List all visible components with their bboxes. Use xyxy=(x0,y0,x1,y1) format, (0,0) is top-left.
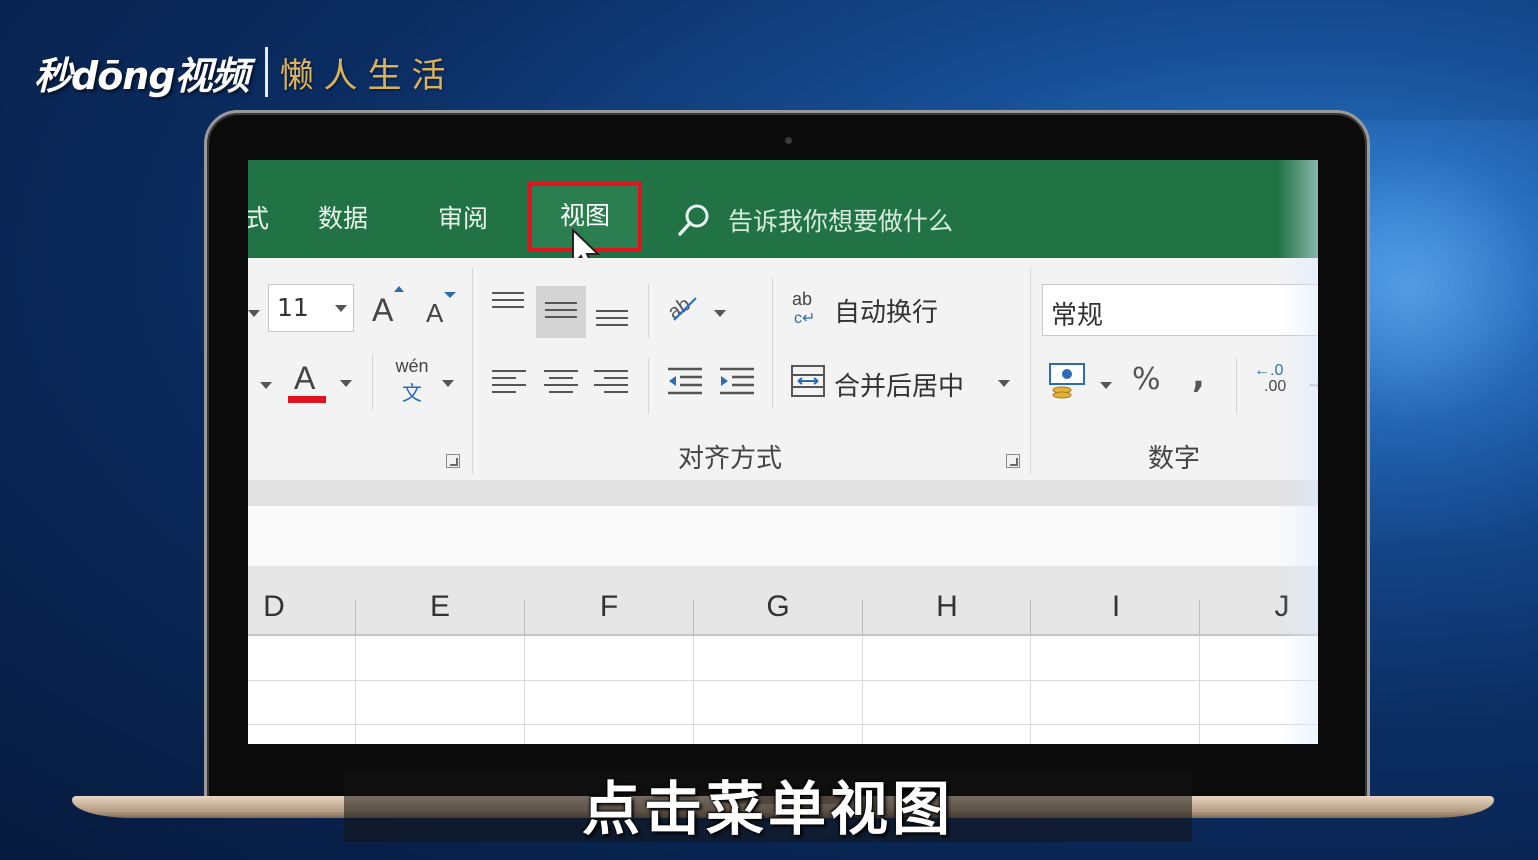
bottom-align-icon[interactable] xyxy=(596,310,628,331)
comma-style-button[interactable]: , xyxy=(1192,356,1205,396)
shrink-font-icon: A xyxy=(426,298,444,328)
font-color-icon: A xyxy=(294,360,316,396)
excel-window: 式 数据 审阅 视图 告诉我你想要做什么 11 A A A wén 文 ab a… xyxy=(248,160,1318,744)
phonetic-dropdown-caret[interactable] xyxy=(442,380,454,387)
webcam xyxy=(785,137,792,144)
merge-dropdown-caret xyxy=(998,380,1010,387)
decrease-indent-icon[interactable] xyxy=(666,366,704,396)
search-icon xyxy=(678,204,709,236)
alignment-group-label: 对齐方式 xyxy=(678,444,783,474)
wrap-text-button[interactable]: ab c↵ 自动换行 xyxy=(792,288,962,332)
font-size-select[interactable]: 11 xyxy=(268,284,354,332)
shrink-font-button[interactable]: A xyxy=(426,292,460,328)
column-header-d[interactable]: D xyxy=(254,590,294,624)
orientation-icon[interactable]: ab xyxy=(666,288,700,324)
font-dialog-launcher-icon[interactable] xyxy=(446,454,460,468)
font-size-value: 11 xyxy=(277,293,309,322)
column-header-h[interactable]: H xyxy=(927,590,967,624)
font-color-button[interactable]: A xyxy=(288,360,328,404)
divider xyxy=(648,284,649,338)
formula-bar[interactable] xyxy=(248,506,1318,566)
merge-center-button[interactable]: 合并后居中 xyxy=(788,360,1018,404)
top-align-icon[interactable] xyxy=(492,292,524,313)
align-right-icon[interactable] xyxy=(594,370,628,398)
phonetic-pinyin: wén xyxy=(395,356,429,376)
tab-formulas-partial[interactable]: 式 xyxy=(248,200,269,238)
accounting-dropdown-caret[interactable] xyxy=(1100,382,1112,389)
column-header-f[interactable]: F xyxy=(589,590,629,624)
brand-logo: 秒dōng视频 懒人生活 xyxy=(34,44,456,100)
percent-style-button[interactable]: % xyxy=(1132,362,1161,397)
middle-align-icon xyxy=(545,302,577,323)
logo-text: 秒dōng视频 xyxy=(34,53,250,98)
divider xyxy=(372,354,373,410)
middle-align-button[interactable] xyxy=(536,286,586,338)
column-header-g[interactable]: G xyxy=(758,590,798,624)
column-separator xyxy=(355,600,356,636)
column-separator xyxy=(862,600,863,636)
grow-font-button[interactable]: A xyxy=(372,286,406,328)
phonetic-button[interactable]: wén 文 xyxy=(388,356,436,406)
number-format-value: 常规 xyxy=(1051,301,1104,331)
wrap-text-icon: ab xyxy=(792,289,813,309)
align-left-icon[interactable] xyxy=(492,370,526,398)
logo-divider xyxy=(264,47,268,97)
orientation-dropdown-caret[interactable] xyxy=(714,310,726,317)
down-arrow-icon xyxy=(444,292,456,298)
font-color-dropdown-caret[interactable] xyxy=(340,380,352,387)
column-separator xyxy=(1030,600,1031,636)
grid-line xyxy=(248,724,1318,725)
grid-line xyxy=(1030,636,1031,744)
group-divider xyxy=(472,268,473,474)
column-separator xyxy=(693,600,694,636)
increase-indent-icon[interactable] xyxy=(718,366,756,396)
column-header-e[interactable]: E xyxy=(420,590,460,624)
column-header-i[interactable]: I xyxy=(1096,590,1136,624)
group-divider xyxy=(1030,268,1031,474)
video-subtitle: 点击菜单视图 xyxy=(581,775,954,843)
tell-me-text: 告诉我你想要做什么 xyxy=(728,207,954,236)
grid-line xyxy=(693,636,694,744)
column-header-row: D E F G H I J xyxy=(248,566,1318,636)
phonetic-icon: 文 xyxy=(402,383,422,405)
border-dropdown-caret[interactable] xyxy=(260,382,272,389)
divider xyxy=(648,358,649,414)
ribbon-home: 11 A A A wén 文 ab ab c↵ 自动换行 合并后居中 对齐方式 … xyxy=(248,258,1318,480)
grid-line xyxy=(1199,636,1200,744)
up-arrow-icon xyxy=(394,286,404,292)
grid-line xyxy=(862,636,863,744)
column-separator xyxy=(524,600,525,636)
wrap-text-label: 自动换行 xyxy=(834,298,939,328)
align-center-icon[interactable] xyxy=(544,370,578,398)
logo-subtitle: 懒人生活 xyxy=(279,55,456,96)
divider xyxy=(772,278,773,408)
alignment-dialog-launcher-icon[interactable] xyxy=(1006,454,1020,468)
column-separator xyxy=(1199,600,1200,636)
grid-line xyxy=(355,636,356,744)
ribbon-tab-bar: 式 数据 审阅 视图 告诉我你想要做什么 xyxy=(248,160,1318,272)
tell-me-box[interactable]: 告诉我你想要做什么 xyxy=(676,200,953,240)
chevron-down-icon xyxy=(335,305,347,312)
ribbon-bottom-edge xyxy=(248,480,1318,506)
merge-cells-icon xyxy=(791,365,825,397)
merge-center-label: 合并后居中 xyxy=(834,372,965,402)
number-group-label: 数字 xyxy=(1148,444,1201,474)
svg-text:ab: ab xyxy=(666,293,695,324)
screen-glare xyxy=(1278,160,1318,744)
grow-font-icon: A xyxy=(372,292,394,328)
tab-data[interactable]: 数据 xyxy=(318,200,368,238)
number-format-select[interactable]: 常规 xyxy=(1042,284,1318,336)
divider xyxy=(1236,358,1237,414)
grid-line xyxy=(524,636,525,744)
wrap-arrow-icon: c↵ xyxy=(794,310,816,327)
font-color-bar xyxy=(288,396,326,403)
grid-line xyxy=(248,680,1318,681)
accounting-format-icon[interactable] xyxy=(1048,362,1088,400)
font-name-dropdown-caret[interactable] xyxy=(248,310,260,317)
tab-review[interactable]: 审阅 xyxy=(438,200,488,238)
